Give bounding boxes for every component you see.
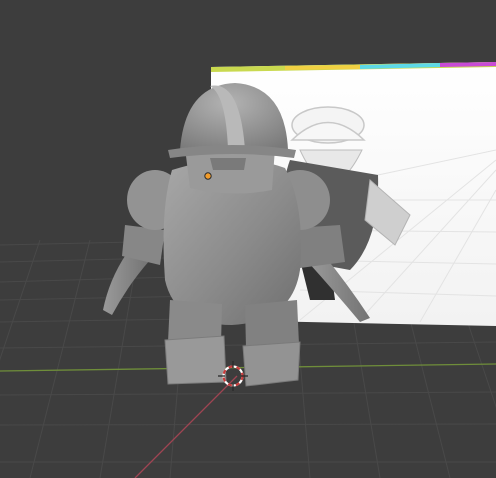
helmet-strap bbox=[210, 158, 246, 170]
right-boot bbox=[242, 341, 301, 387]
viewport-canvas[interactable] bbox=[0, 0, 496, 478]
right-sleeve bbox=[295, 225, 345, 268]
origin-dot-icon[interactable] bbox=[204, 172, 212, 180]
3d-viewport[interactable] bbox=[0, 0, 496, 478]
left-boot bbox=[164, 335, 227, 385]
right-leg bbox=[245, 300, 299, 348]
